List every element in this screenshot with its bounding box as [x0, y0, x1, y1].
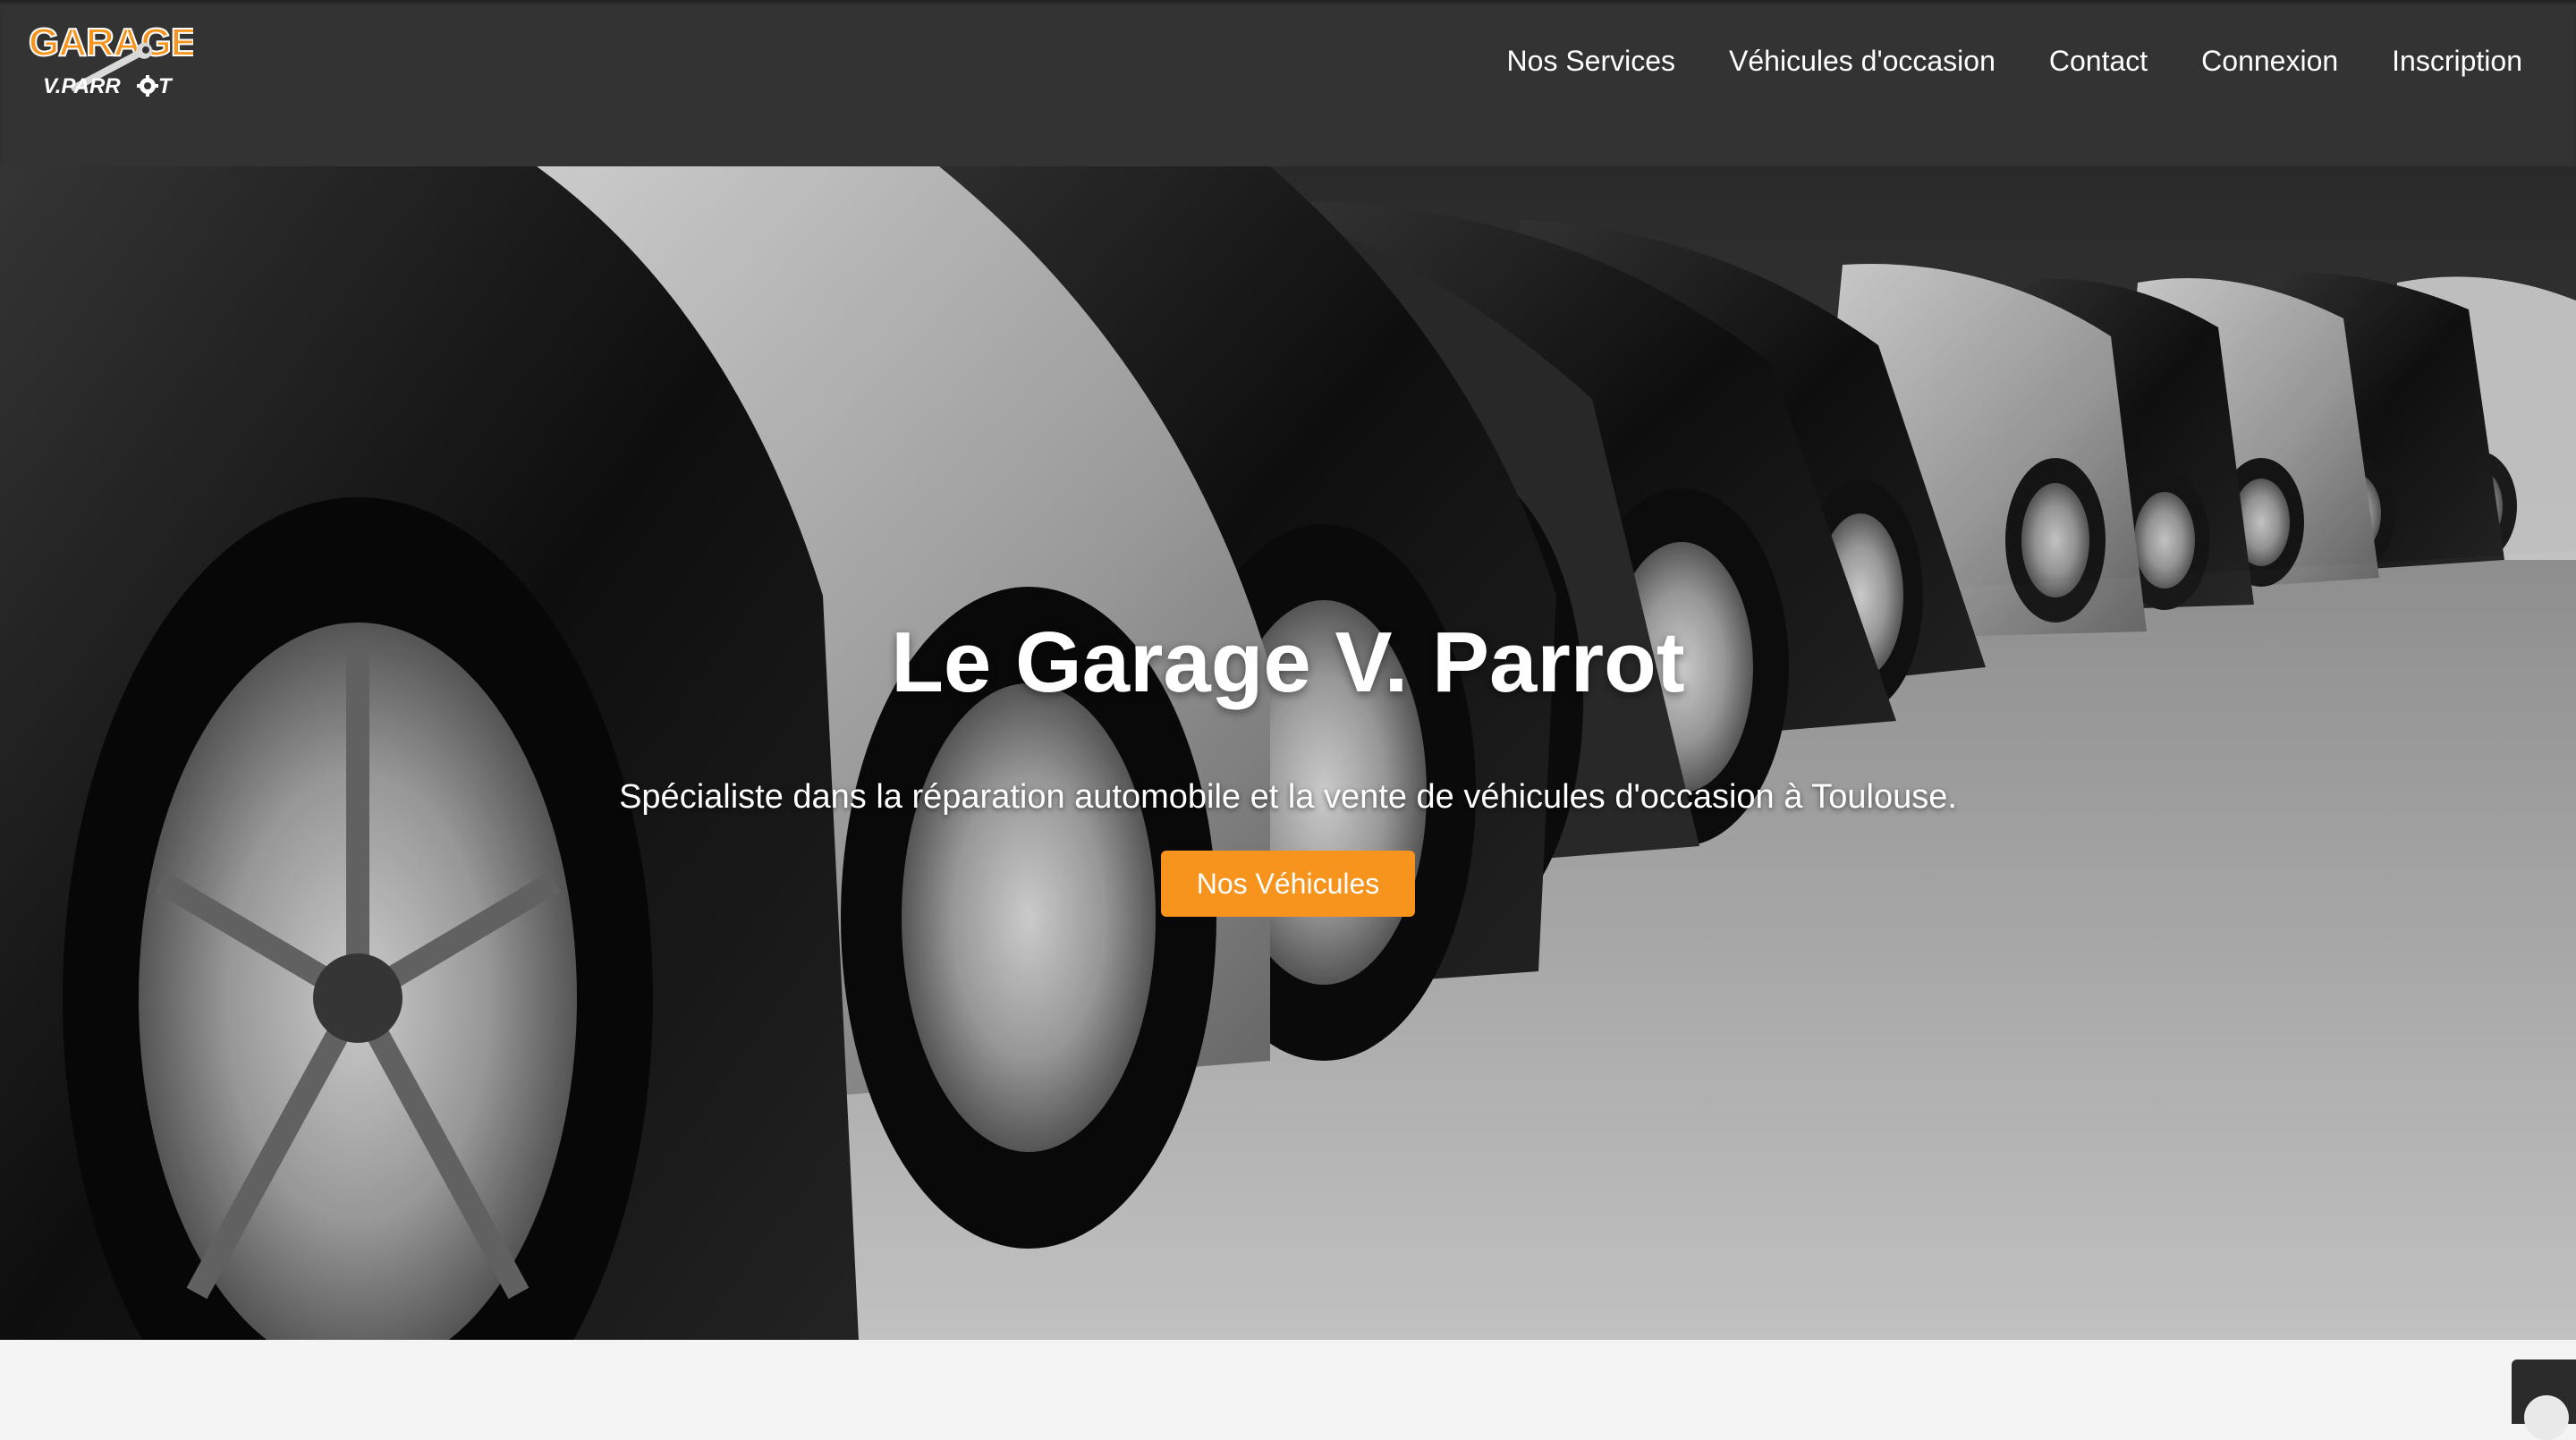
content-section: [0, 1340, 2576, 1424]
svg-text:V.PARR: V.PARR: [43, 74, 121, 98]
chat-widget-button[interactable]: [2512, 1360, 2576, 1440]
nav-link-signup[interactable]: Inscription: [2392, 41, 2522, 80]
site-logo[interactable]: GARAGE V.PARR T: [27, 16, 193, 98]
nav-link-used-vehicles[interactable]: Véhicules d'occasion: [1729, 41, 1996, 80]
hero-section: Le Garage V. Parrot Spécialiste dans la …: [0, 166, 2576, 1340]
svg-text:GARAGE: GARAGE: [29, 21, 193, 64]
logo-image: GARAGE V.PARR T: [28, 20, 193, 98]
nav-link-login[interactable]: Connexion: [2201, 41, 2338, 80]
svg-text:T: T: [158, 74, 174, 98]
hero-background-image: [0, 166, 2576, 1340]
nav-link-services[interactable]: Nos Services: [1507, 41, 1676, 80]
navbar: GARAGE V.PARR T Nos Services Véhicules d…: [0, 0, 2576, 166]
hero-subtitle: Spécialiste dans la réparation automobil…: [619, 778, 1957, 816]
nav-link-contact[interactable]: Contact: [2049, 41, 2148, 80]
hero-title: Le Garage V. Parrot: [891, 614, 1685, 710]
main-nav: Nos Services Véhicules d'occasion Contac…: [1507, 41, 2522, 80]
our-vehicles-button[interactable]: Nos Véhicules: [1161, 851, 1415, 917]
chat-widget-icon: [2524, 1395, 2569, 1440]
gear-icon: [137, 75, 158, 97]
